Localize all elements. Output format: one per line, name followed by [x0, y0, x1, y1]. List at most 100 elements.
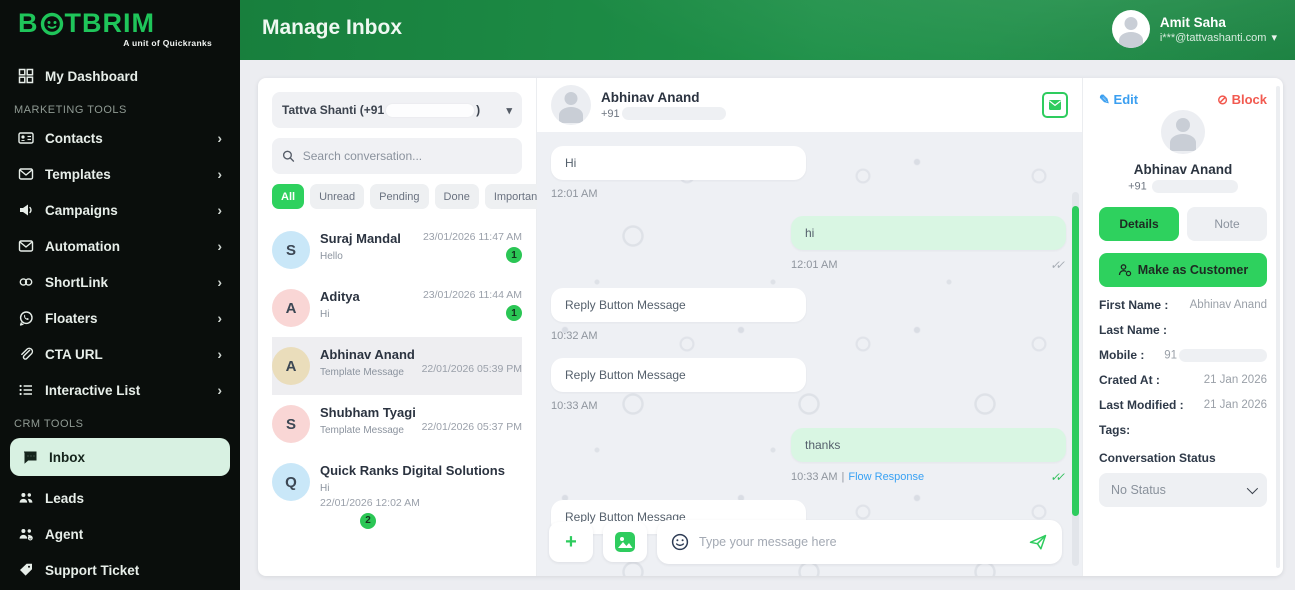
- block-contact-button[interactable]: ⊘ Block: [1217, 92, 1267, 108]
- detail-field-row: Tags:: [1099, 423, 1267, 437]
- send-icon[interactable]: [1028, 532, 1048, 552]
- sidebar-item-dashboard[interactable]: My Dashboard: [0, 58, 240, 94]
- search-input[interactable]: [303, 149, 512, 163]
- message-bubble: thanks: [791, 428, 1066, 462]
- chevron-right-icon: ›: [217, 238, 222, 254]
- double-check-icon: ✓✓: [1049, 258, 1067, 272]
- conversation-item-selected[interactable]: A Abhinav Anand Template Message 22/01/2…: [272, 337, 522, 395]
- users-icon: [18, 490, 34, 506]
- conversation-item[interactable]: S Shubham Tyagi Template Message 22/01/2…: [272, 395, 522, 453]
- contact-phone: +91: [601, 108, 620, 120]
- sidebar-item-label: Interactive List: [45, 383, 140, 398]
- account-selector-suffix: ): [476, 103, 480, 117]
- edit-contact-button[interactable]: ✎ Edit: [1099, 92, 1138, 108]
- conversation-time: 22/01/2026 05:39 PM: [422, 363, 522, 375]
- sidebar-item-label: Agent: [45, 527, 83, 542]
- conversation-item[interactable]: Q Quick Ranks Digital Solutions Hi 22/01…: [272, 453, 522, 539]
- chevron-down-icon: [1247, 483, 1258, 494]
- flow-response-link[interactable]: Flow Response: [848, 471, 924, 483]
- message-time: 10:33 AM: [791, 471, 837, 483]
- sidebar-item-templates[interactable]: Templates ›: [0, 156, 240, 192]
- message-composer: +: [549, 520, 1062, 564]
- filter-done[interactable]: Done: [435, 184, 479, 209]
- sidebar-item-shortlink[interactable]: ShortLink ›: [0, 264, 240, 300]
- sidebar-item-floaters[interactable]: Floaters ›: [0, 300, 240, 336]
- contact-phone: +91: [1128, 180, 1147, 192]
- conversation-list: S Suraj Mandal Hello 23/01/2026 11:47 AM…: [272, 221, 522, 562]
- chevron-right-icon: ›: [217, 346, 222, 362]
- conversation-item[interactable]: A Aditya Hi 23/01/2026 11:44 AM 1: [272, 279, 522, 337]
- agent-users-icon: [18, 526, 34, 542]
- sidebar-item-campaigns[interactable]: Campaigns ›: [0, 192, 240, 228]
- message-inbound: Hi 12:01 AM: [551, 146, 1066, 200]
- block-icon: ⊘: [1217, 92, 1228, 107]
- filter-all[interactable]: All: [272, 184, 304, 209]
- avatar: S: [272, 231, 310, 269]
- user-menu[interactable]: Amit Saha i***@tattvashanti.com ▾: [1112, 10, 1277, 48]
- conversation-status-label: Conversation Status: [1099, 451, 1267, 465]
- dashboard-grid-icon: [18, 68, 34, 84]
- sidebar-item-leads[interactable]: Leads: [0, 480, 240, 516]
- conversation-time: 23/01/2026 11:47 AM: [423, 231, 522, 243]
- sidebar-item-cta-url[interactable]: CTA URL ›: [0, 336, 240, 372]
- redacted-phone: [386, 104, 474, 117]
- conversation-name: Shubham Tyagi: [320, 405, 412, 422]
- conversation-name: Abhinav Anand: [320, 347, 412, 364]
- sidebar-item-automation[interactable]: Automation ›: [0, 228, 240, 264]
- chat-scrollbar-thumb[interactable]: [1072, 206, 1079, 516]
- details-scrollbar-track[interactable]: [1276, 86, 1280, 568]
- image-icon: [614, 531, 636, 553]
- conversation-item[interactable]: S Suraj Mandal Hello 23/01/2026 11:47 AM…: [272, 221, 522, 279]
- tag-icon: [18, 562, 34, 578]
- conversation-status-select[interactable]: No Status: [1099, 473, 1267, 507]
- conversation-status-value: No Status: [1111, 483, 1166, 497]
- unread-badge: 1: [506, 247, 522, 263]
- logo-text-right: TBRIM: [65, 10, 155, 37]
- sidebar-item-label: Campaigns: [45, 203, 118, 218]
- attach-button[interactable]: +: [549, 522, 593, 562]
- avatar: S: [272, 405, 310, 443]
- tab-note[interactable]: Note: [1187, 207, 1267, 241]
- list-icon: [18, 382, 34, 398]
- unread-badge: 2: [360, 513, 376, 529]
- message-time: 10:33 AM: [551, 400, 597, 412]
- double-check-icon: ✓✓: [1049, 470, 1067, 484]
- contacts-card-icon: [18, 130, 34, 146]
- sidebar-item-label: Automation: [45, 239, 120, 254]
- brand-logo[interactable]: B TBRIM A unit of Quickranks: [0, 0, 240, 58]
- sidebar-nav: My Dashboard MARKETING TOOLS Contacts ›: [0, 58, 240, 588]
- sidebar-item-contacts[interactable]: Contacts ›: [0, 120, 240, 156]
- plus-icon: +: [565, 532, 577, 552]
- sidebar-item-support-ticket[interactable]: Support Ticket: [0, 552, 240, 588]
- filter-unread[interactable]: Unread: [310, 184, 364, 209]
- conversation-preview: Hi: [320, 483, 522, 494]
- message-bubble: Reply Button Message: [551, 358, 806, 392]
- message-input-wrap: [657, 520, 1062, 564]
- image-upload-button[interactable]: [603, 522, 647, 562]
- envelope-icon: [18, 238, 34, 254]
- avatar: A: [272, 289, 310, 327]
- message-input[interactable]: [699, 535, 1018, 549]
- whatsapp-icon: [18, 310, 34, 326]
- conversation-time: 23/01/2026 11:44 AM: [423, 289, 522, 301]
- sidebar-item-agent[interactable]: Agent: [0, 516, 240, 552]
- filter-chips: All Unread Pending Done Important: [272, 184, 522, 209]
- sidebar-item-interactive-list[interactable]: Interactive List ›: [0, 372, 240, 408]
- sidebar-item-label: Floaters: [45, 311, 98, 326]
- template-message-button[interactable]: [1042, 92, 1068, 118]
- brand-tagline: A unit of Quickranks: [123, 38, 212, 48]
- emoji-icon[interactable]: [671, 533, 689, 551]
- tab-details[interactable]: Details: [1099, 207, 1179, 241]
- conversation-preview: Hello: [320, 251, 413, 262]
- detail-field-row: Last Modified : 21 Jan 2026: [1099, 398, 1267, 412]
- sidebar-item-inbox[interactable]: Inbox: [10, 438, 230, 476]
- message-time: 12:01 AM: [791, 259, 837, 271]
- account-selector[interactable]: Tattva Shanti (+91 ) ▾: [272, 92, 522, 128]
- page-title: Manage Inbox: [262, 16, 402, 40]
- redacted-phone: [622, 107, 726, 120]
- edit-pencil-icon: ✎: [1099, 92, 1110, 107]
- make-as-customer-button[interactable]: Make as Customer: [1099, 253, 1267, 287]
- top-header: Manage Inbox Amit Saha i***@tattvashanti…: [240, 0, 1295, 60]
- sidebar-item-label: My Dashboard: [45, 69, 138, 84]
- filter-pending[interactable]: Pending: [370, 184, 428, 209]
